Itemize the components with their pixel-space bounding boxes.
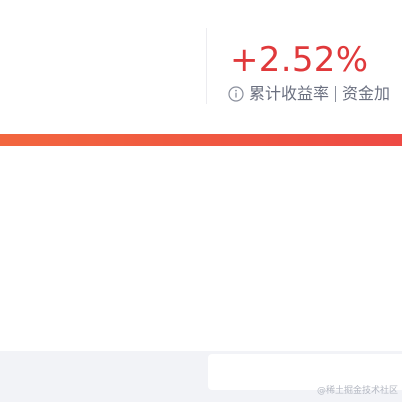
page: +2.52% 累计收益率 资金加 @稀土掘金技术社区 — [0, 0, 402, 402]
cumulative-return-label: 累计收益率 — [249, 84, 330, 103]
cumulative-return-value: +2.52% — [230, 40, 369, 80]
fund-add-label[interactable]: 资金加 — [342, 84, 390, 104]
watermark-text: @稀土掘金技术社区 — [316, 386, 398, 396]
column-divider — [206, 28, 207, 104]
bottom-card — [208, 354, 402, 390]
return-progress-bar — [0, 134, 402, 146]
cumulative-return-meta: 累计收益率 资金加 — [228, 84, 390, 104]
label-separator — [335, 86, 337, 102]
info-circle-icon[interactable] — [228, 86, 244, 102]
